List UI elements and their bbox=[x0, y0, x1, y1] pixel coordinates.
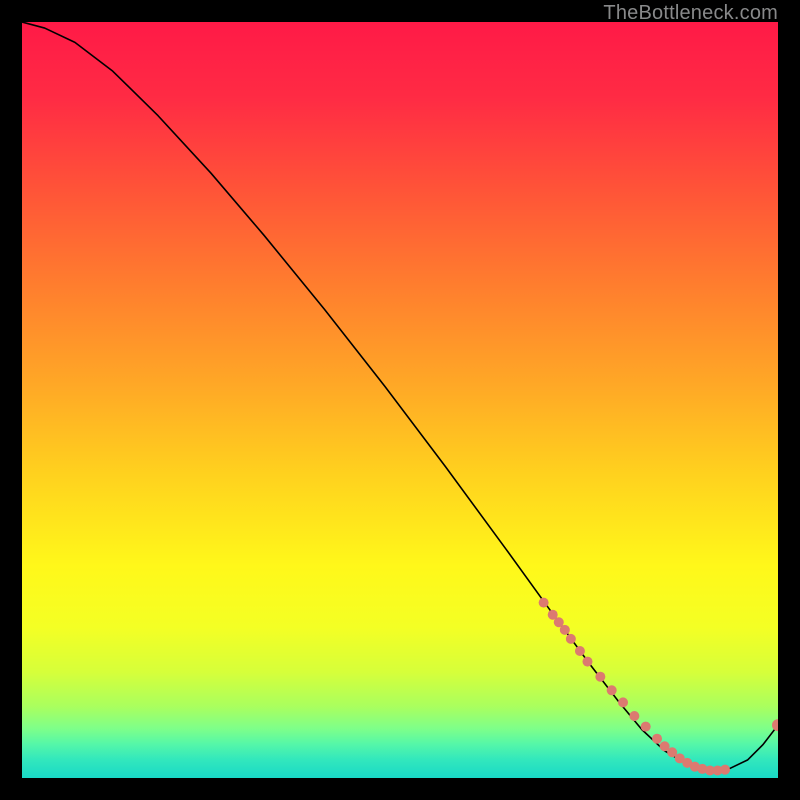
chart-stage: TheBottleneck.com bbox=[0, 0, 800, 800]
chart-plot bbox=[22, 22, 778, 778]
watermark-text: TheBottleneck.com bbox=[603, 2, 778, 25]
gradient-bg bbox=[22, 22, 778, 778]
